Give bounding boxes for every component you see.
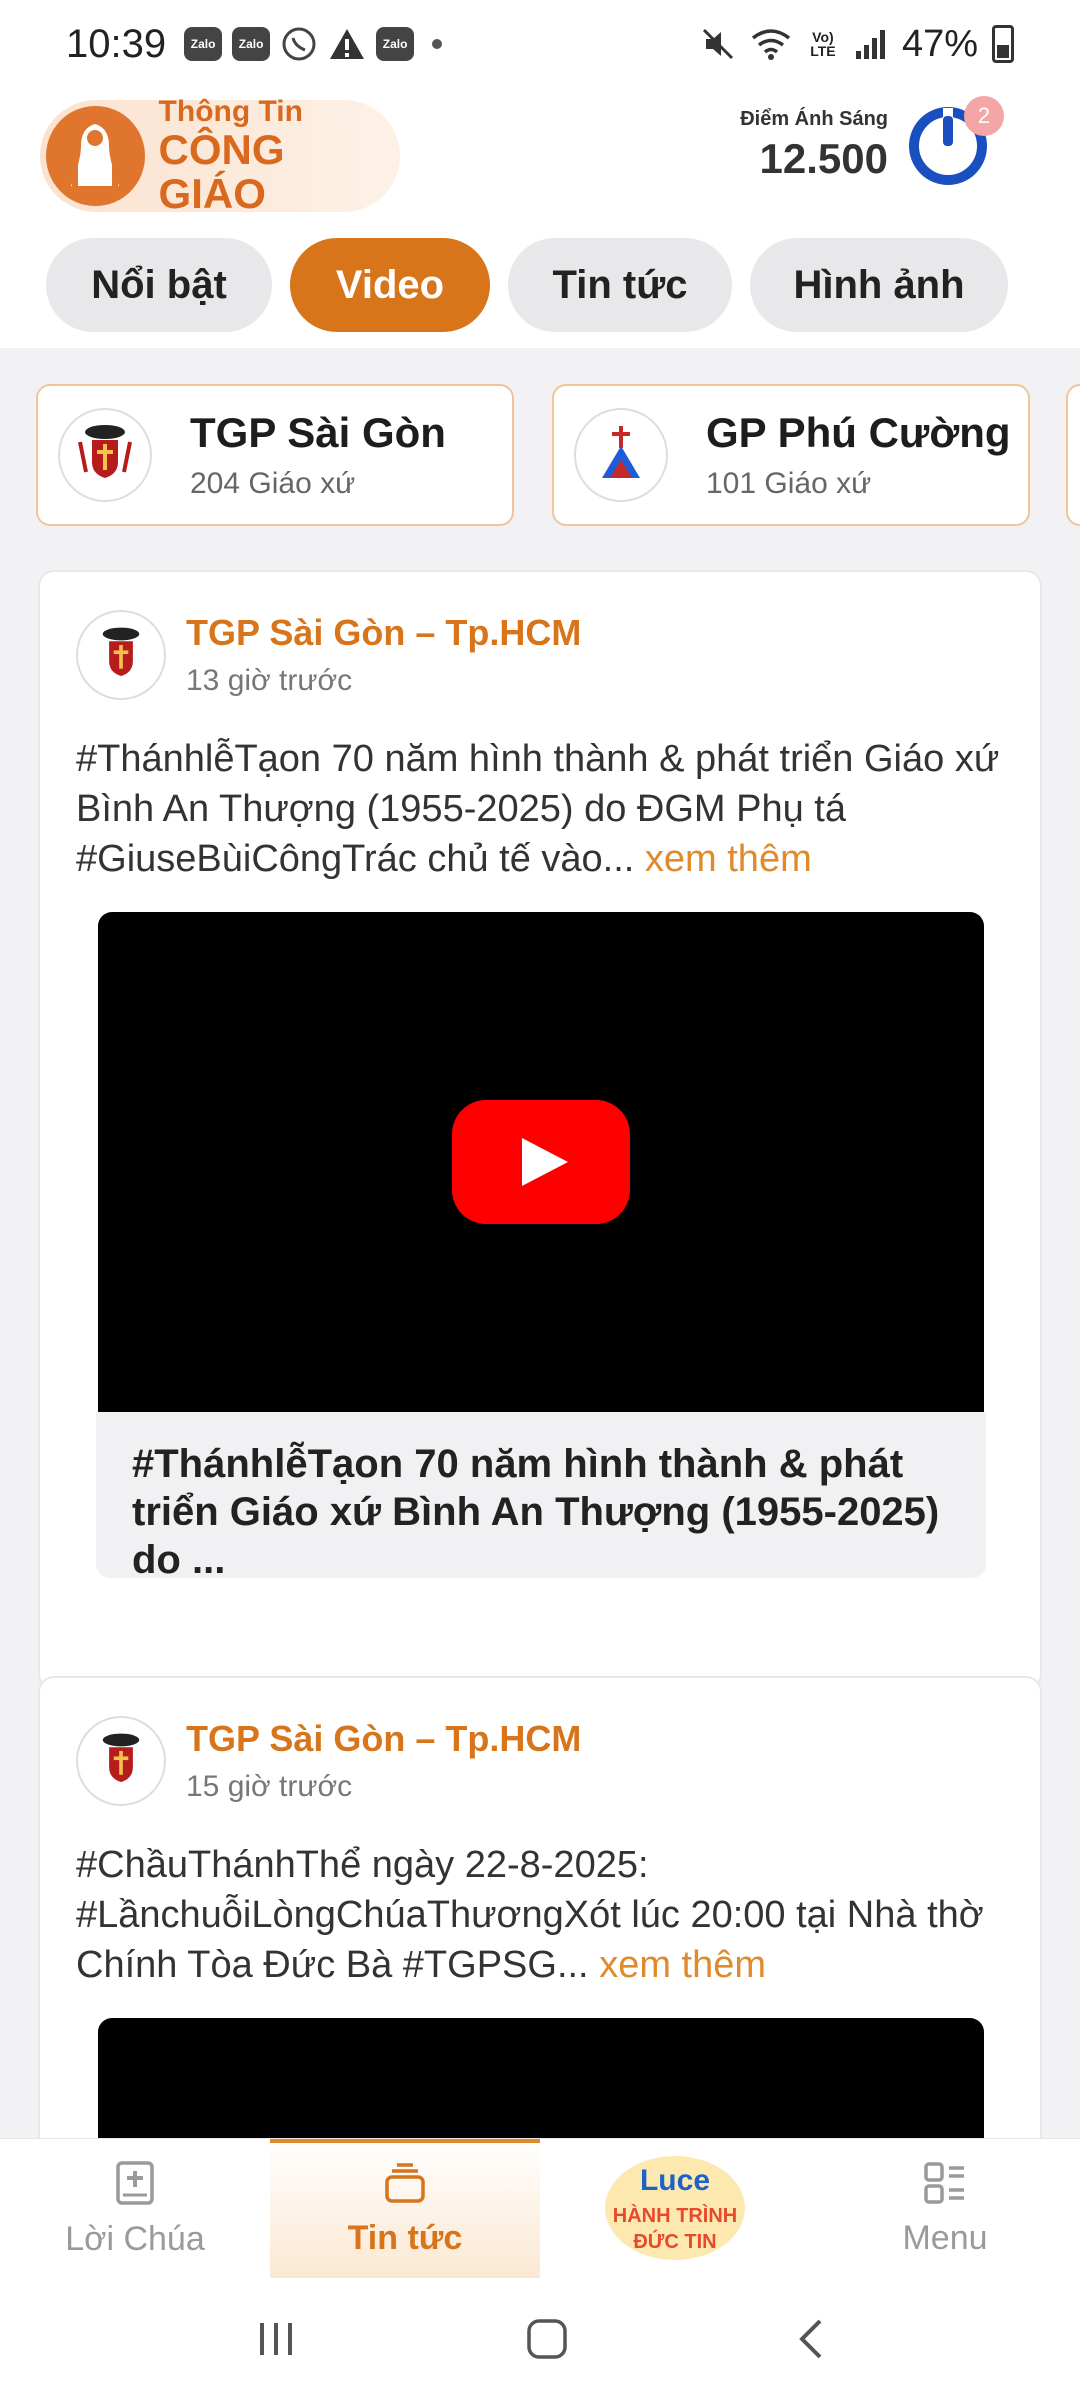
status-bar: 10:39 Zalo Zalo Zalo Vo) LTE 47%	[0, 0, 1080, 88]
author-avatar[interactable]	[76, 610, 166, 700]
diocese-name: TGP Sài Gòn	[190, 409, 446, 456]
points-label: Điểm Ánh Sáng	[740, 108, 888, 130]
battery-percent: 47%	[901, 22, 978, 65]
see-more-link[interactable]: xem thêm	[599, 1944, 766, 1986]
light-points[interactable]: Điểm Ánh Sáng 12.500	[740, 108, 888, 183]
notification-icons: Zalo Zalo Zalo	[184, 25, 443, 63]
post-author[interactable]: TGP Sài Gòn – Tp.HCM	[186, 1718, 581, 1760]
signal-icon	[855, 30, 885, 59]
zalo-icon: Zalo	[184, 27, 223, 61]
video-player[interactable]	[98, 2018, 984, 2138]
post-time: 13 giờ trước	[186, 664, 353, 697]
news-stack-icon	[385, 2162, 425, 2203]
logo-line1: Thông Tin	[158, 95, 303, 129]
nav-loi-chua[interactable]: Lời Chúa	[0, 2139, 270, 2279]
luce-line2: HÀNH TRÌNH	[613, 2204, 737, 2227]
post-card[interactable]: TGP Sài Gòn – Tp.HCM 15 giờ trước #ChầuT…	[38, 1676, 1042, 2138]
diocese-logo-icon	[574, 408, 668, 502]
wifi-icon	[751, 29, 791, 60]
nav-label: Lời Chúa	[65, 2219, 205, 2258]
diocese-card[interactable]: TGP Sài Gòn 204 Giáo xứ	[36, 384, 514, 526]
home-icon[interactable]	[525, 2317, 569, 2361]
post-time: 15 giờ trước	[186, 1770, 353, 1803]
viber-icon	[282, 27, 316, 61]
diocese-name: GP Phú Cường	[706, 409, 1011, 456]
luce-hanh-trinh-duc-tin-logo: Luce HÀNH TRÌNH ĐỨC TIN	[605, 2156, 745, 2260]
madonna-logo-icon	[46, 106, 145, 206]
recent-apps-icon[interactable]	[254, 2319, 298, 2359]
parish-count: 101 Giáo xứ	[706, 467, 872, 500]
parish-count: 204 Giáo xứ	[190, 467, 356, 500]
nav-label: Menu	[902, 2218, 988, 2257]
nav-hanh-trinh-duc-tin[interactable]: Luce HÀNH TRÌNH ĐỨC TIN	[540, 2139, 810, 2279]
see-more-link[interactable]: xem thêm	[645, 838, 812, 880]
video-title[interactable]: #ThánhlễTạon 70 năm hình thành & phát tr…	[96, 1412, 986, 1582]
luce-line3: ĐỨC TIN	[633, 2229, 716, 2253]
warning-icon	[330, 29, 365, 59]
post-text-content: #ThánhlễTạon 70 năm hình thành & phát tr…	[76, 738, 1000, 880]
notification-badge[interactable]: 2	[964, 96, 1004, 136]
points-value: 12.500	[759, 135, 888, 182]
diocese-card[interactable]: GP Phú Cường 101 Giáo xứ	[552, 384, 1030, 526]
app-header: Thông Tin CÔNG GIÁO Điểm Ánh Sáng 12.500…	[0, 96, 1080, 226]
category-tabs: Nổi bật Video Tin tức Hình ảnh	[46, 238, 1008, 332]
back-icon[interactable]	[796, 2317, 826, 2361]
nav-menu[interactable]: Menu	[810, 2139, 1080, 2279]
zalo-icon: Zalo	[232, 27, 271, 61]
zalo-icon: Zalo	[376, 27, 415, 61]
logo-line2: CÔNG GIÁO	[158, 125, 285, 217]
feed[interactable]: TGP Sài Gòn 204 Giáo xứ GP Phú Cường 101…	[0, 348, 1080, 2138]
post-author[interactable]: TGP Sài Gòn – Tp.HCM	[186, 612, 581, 654]
system-status: Vo) LTE 47%	[700, 23, 1014, 66]
post-text: #ChầuThánhThể ngày 22-8-2025: #LầnchuỗiL…	[76, 1840, 1006, 1990]
post-text-content: #ChầuThánhThể ngày 22-8-2025: #LầnchuỗiL…	[76, 1844, 984, 1986]
diocese-carousel[interactable]: TGP Sài Gòn 204 Giáo xứ GP Phú Cường 101…	[36, 384, 1030, 526]
tab-tin-tuc[interactable]: Tin tức	[508, 238, 732, 332]
tab-noi-bat[interactable]: Nổi bật	[46, 238, 272, 332]
tab-hinh-anh[interactable]: Hình ảnh	[750, 238, 1008, 332]
nav-tin-tuc[interactable]: Tin tức	[270, 2139, 540, 2279]
youtube-play-icon[interactable]	[452, 1100, 630, 1224]
post-text: #ThánhlễTạon 70 năm hình thành & phát tr…	[76, 734, 1006, 884]
status-time: 10:39	[66, 21, 167, 66]
luce-title: Luce	[640, 2164, 710, 2197]
video-player[interactable]	[98, 912, 984, 1412]
post-card[interactable]: TGP Sài Gòn – Tp.HCM 13 giờ trước #Thánh…	[38, 570, 1042, 1690]
menu-grid-icon	[924, 2161, 964, 2204]
volte-label: Vo) LTE	[810, 29, 836, 59]
battery-icon	[992, 25, 1014, 63]
tab-video[interactable]: Video	[290, 238, 490, 332]
app-logo[interactable]: Thông Tin CÔNG GIÁO	[40, 96, 400, 215]
diocese-card-peek[interactable]	[1066, 384, 1080, 526]
nav-label: Tin tức	[347, 2218, 463, 2257]
mute-icon	[702, 28, 733, 60]
bible-icon	[116, 2160, 154, 2205]
more-notifications-dot	[432, 39, 443, 49]
bottom-navigation: Lời Chúa Tin tức Luce HÀNH TRÌNH ĐỨC TIN…	[0, 2138, 1080, 2279]
system-navigation-bar	[0, 2278, 1080, 2400]
archdiocese-crest-icon	[58, 408, 152, 502]
author-avatar[interactable]	[76, 1716, 166, 1806]
